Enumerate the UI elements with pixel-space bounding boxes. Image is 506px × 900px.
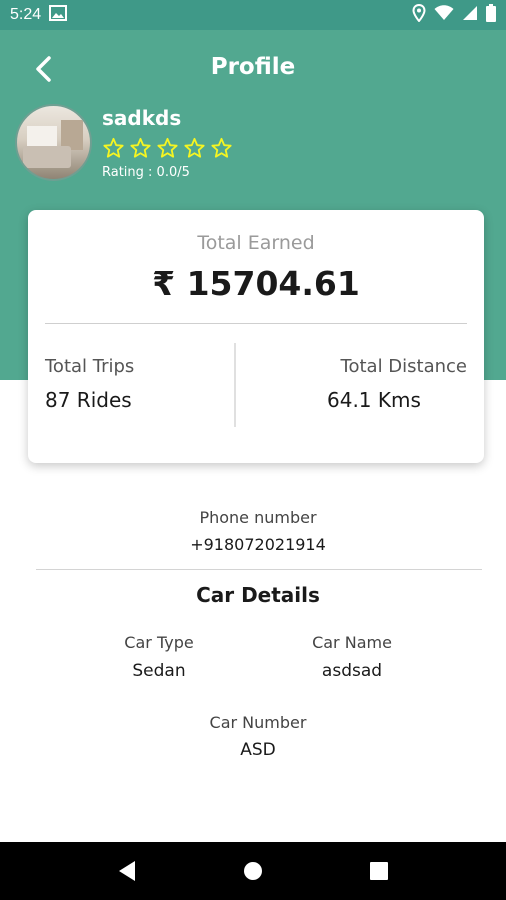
car-name-label: Car Name — [312, 633, 392, 652]
star-icon — [211, 137, 232, 158]
rating-stars — [102, 137, 233, 159]
car-details-title: Car Details — [196, 583, 320, 607]
star-icon — [130, 137, 151, 158]
user-name: sadkds — [102, 106, 182, 130]
star-icon — [184, 137, 205, 158]
car-number-value: ASD — [240, 740, 276, 760]
location-icon — [412, 3, 426, 26]
nav-back-button[interactable] — [112, 856, 142, 886]
section-divider — [36, 569, 482, 570]
recents-square-icon — [370, 862, 388, 880]
nav-home-button[interactable] — [238, 856, 268, 886]
car-name-value: asdsad — [321, 661, 383, 681]
page-title: Profile — [210, 54, 296, 80]
signal-icon — [462, 5, 478, 25]
nav-recents-button[interactable] — [364, 856, 394, 886]
image-icon — [49, 5, 68, 25]
total-trips-value: 87 Rides — [45, 388, 132, 412]
rating-text: Rating : 0.0/5 — [102, 165, 190, 180]
navigation-bar — [0, 842, 506, 900]
earnings-card: Total Earned ₹ 15704.61 Total Trips 87 R… — [28, 210, 484, 463]
car-number-label: Car Number — [209, 713, 307, 732]
star-icon — [103, 137, 124, 158]
total-earned-value: ₹ 15704.61 — [152, 264, 360, 303]
avatar[interactable] — [15, 104, 92, 181]
card-vertical-divider — [234, 343, 236, 427]
status-time: 5:24 — [10, 6, 42, 23]
battery-icon — [486, 4, 496, 26]
car-type-value: Sedan — [132, 661, 186, 681]
total-distance-label: Total Distance — [340, 356, 467, 377]
car-type-label: Car Type — [124, 633, 194, 652]
total-trips-label: Total Trips — [45, 356, 135, 377]
star-icon — [157, 137, 178, 158]
total-distance-value: 64.1 Kms — [327, 388, 421, 412]
back-triangle-icon — [119, 861, 135, 881]
status-bar: 5:24 — [0, 0, 506, 30]
home-circle-icon — [244, 862, 262, 880]
phone-value: +918072021914 — [190, 535, 326, 554]
card-divider — [45, 323, 467, 324]
phone-label: Phone number — [199, 508, 317, 527]
wifi-icon — [434, 5, 454, 25]
total-earned-label: Total Earned — [197, 232, 315, 254]
